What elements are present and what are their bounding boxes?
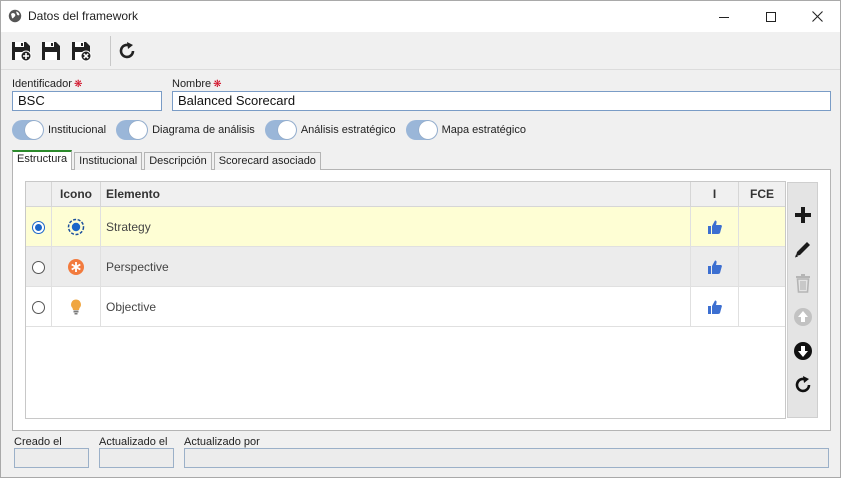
toggle-mapa-estrategico[interactable]: Mapa estratégico <box>405 120 526 140</box>
save-new-button[interactable] <box>8 38 34 64</box>
save-icon <box>42 42 60 60</box>
move-down-icon <box>794 342 812 360</box>
close-button[interactable] <box>794 1 840 32</box>
table-row[interactable]: Perspective <box>26 247 785 287</box>
objective-bulb-icon <box>71 299 81 315</box>
row-fce <box>739 247 785 287</box>
edit-icon <box>795 242 810 258</box>
move-down-button[interactable] <box>791 339 815 363</box>
strategy-target-icon <box>67 218 85 236</box>
actualizado-por-field[interactable] <box>184 448 829 468</box>
framework-window: Datos del framework Identificador ❋ BSC … <box>0 0 841 478</box>
grid-side-toolbar <box>787 182 818 418</box>
grid-header: Icono Elemento I FCE <box>26 182 785 207</box>
thumbs-up-icon <box>707 260 722 274</box>
save-new-icon <box>12 42 32 62</box>
identificador-label: Identificador ❋ <box>12 78 83 90</box>
tab-institucional[interactable]: Institucional <box>74 152 143 170</box>
row-radio[interactable] <box>32 220 45 234</box>
toggle-switch[interactable] <box>405 120 438 140</box>
tab-descripcion[interactable]: Descripción <box>144 152 212 170</box>
creado-field[interactable] <box>14 448 89 468</box>
toggle-switch[interactable] <box>264 120 297 140</box>
add-button[interactable] <box>791 203 815 227</box>
nombre-label: Nombre ❋ <box>172 78 222 90</box>
required-icon: ❋ <box>213 79 222 90</box>
globe-icon <box>8 9 22 23</box>
refresh-icon <box>795 376 811 393</box>
header-i[interactable]: I <box>691 182 739 207</box>
toolbar-separator <box>110 36 111 66</box>
delete-icon <box>796 274 810 293</box>
row-radio[interactable] <box>32 260 45 274</box>
thumbs-up-icon <box>707 300 722 314</box>
maximize-button[interactable] <box>748 1 794 32</box>
tab-bar: Estructura Institucional Descripción Sco… <box>12 150 323 170</box>
toggle-diagrama-analisis[interactable]: Diagrama de análisis <box>116 120 255 140</box>
minimize-button[interactable] <box>701 1 747 32</box>
move-up-icon <box>794 308 812 326</box>
save-close-button[interactable] <box>68 38 94 64</box>
tab-estructura[interactable]: Estructura <box>12 150 73 170</box>
header-elemento[interactable]: Elemento <box>101 182 691 207</box>
row-fce <box>739 287 785 327</box>
header-select <box>26 182 52 207</box>
row-elemento: Strategy <box>106 220 151 234</box>
edit-button[interactable] <box>791 237 815 261</box>
tab-scorecard-asociado[interactable]: Scorecard asociado <box>213 152 321 170</box>
add-icon <box>795 207 811 223</box>
row-elemento: Objective <box>106 300 157 314</box>
toggle-switch[interactable] <box>116 120 149 140</box>
toolbar <box>1 32 840 70</box>
save-close-icon <box>72 42 92 62</box>
actualizado-field[interactable] <box>99 448 174 468</box>
grid-refresh-button[interactable] <box>791 373 815 397</box>
thumbs-up-icon <box>707 220 722 234</box>
row-elemento: Perspective <box>106 260 169 274</box>
identificador-field[interactable]: BSC <box>12 91 162 111</box>
toggle-institucional[interactable]: Institucional <box>12 120 106 140</box>
header-fce[interactable]: FCE <box>739 182 785 207</box>
actualizado-por-label: Actualizado por <box>184 436 260 448</box>
delete-button[interactable] <box>791 271 815 295</box>
nombre-field[interactable]: Balanced Scorecard <box>172 91 831 111</box>
save-button[interactable] <box>38 38 64 64</box>
maximize-icon <box>766 11 776 22</box>
creado-label: Creado el <box>14 436 62 448</box>
table-row[interactable]: Strategy <box>26 207 785 247</box>
window-title: Datos del framework <box>28 9 139 23</box>
toggle-row: Institucional Diagrama de análisis Análi… <box>12 120 536 140</box>
row-radio[interactable] <box>32 300 45 314</box>
minimize-icon <box>719 16 729 18</box>
actualizado-label: Actualizado el <box>99 436 168 448</box>
toggle-switch[interactable] <box>12 120 44 140</box>
refresh-icon <box>119 42 135 59</box>
refresh-button[interactable] <box>114 38 140 64</box>
move-up-button[interactable] <box>791 305 815 329</box>
title-bar: Datos del framework <box>1 1 840 32</box>
table-row[interactable]: Objective <box>26 287 785 327</box>
header-icono[interactable]: Icono <box>52 182 101 207</box>
toggle-analisis-estrategico[interactable]: Análisis estratégico <box>264 120 396 140</box>
required-icon: ❋ <box>73 79 83 90</box>
perspective-asterisk-icon <box>68 259 84 275</box>
row-fce <box>739 207 785 247</box>
close-icon <box>811 11 823 22</box>
structure-grid: Icono Elemento I FCE Strategy Perspectiv… <box>25 181 786 419</box>
